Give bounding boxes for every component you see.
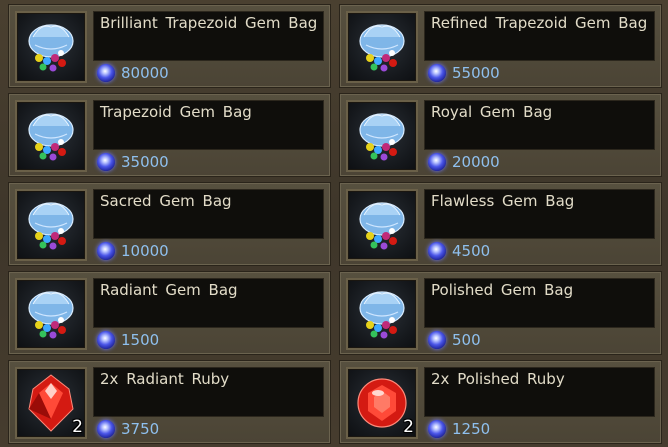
item-info-box: Polished Gem Bag [424, 278, 655, 328]
item-info-box: 2x Radiant Ruby [93, 367, 324, 417]
gem-bag-icon [15, 189, 87, 261]
gem-bag-icon [15, 278, 87, 350]
blood-shard-coin-icon [428, 64, 446, 82]
price-row: 80000 [93, 63, 324, 83]
blood-shard-coin-icon [428, 242, 446, 260]
price-row: 1250 [424, 419, 655, 439]
blood-shard-coin-icon [428, 153, 446, 171]
item-name: Flawless Gem Bag [431, 192, 575, 210]
price-row: 20000 [424, 152, 655, 172]
shop-item-card[interactable]: Royal Gem Bag 20000 [339, 93, 662, 177]
item-quantity: 2 [403, 417, 414, 437]
price-row: 55000 [424, 63, 655, 83]
radiant-ruby-icon: 2 [15, 367, 87, 439]
blood-shard-coin-icon [97, 331, 115, 349]
shop-item-card[interactable]: Trapezoid Gem Bag 35000 [8, 93, 331, 177]
price-row: 1500 [93, 330, 324, 350]
price-row: 35000 [93, 152, 324, 172]
shop-item-card[interactable]: Sacred Gem Bag 10000 [8, 182, 331, 266]
item-price: 1250 [452, 420, 491, 438]
item-info-box: Brilliant Trapezoid Gem Bag [93, 11, 324, 61]
item-info-box: Flawless Gem Bag [424, 189, 655, 239]
item-price: 4500 [452, 242, 491, 260]
shop-item-card[interactable]: Flawless Gem Bag 4500 [339, 182, 662, 266]
blood-shard-coin-icon [97, 242, 115, 260]
shop-item-card[interactable]: Polished Gem Bag 500 [339, 271, 662, 355]
item-name: Brilliant Trapezoid Gem Bag [100, 14, 318, 32]
price-row: 500 [424, 330, 655, 350]
gem-bag-icon [15, 100, 87, 172]
gem-bag-icon [346, 100, 418, 172]
blood-shard-coin-icon [97, 420, 115, 438]
shop-item-card[interactable]: Radiant Gem Bag 1500 [8, 271, 331, 355]
shop-item-card[interactable]: 2 2x Polished Ruby 1250 [339, 360, 662, 444]
polished-ruby-icon: 2 [346, 367, 418, 439]
item-price: 1500 [121, 331, 160, 349]
blood-shard-coin-icon [428, 331, 446, 349]
item-name: Royal Gem Bag [431, 103, 553, 121]
item-info-box: 2x Polished Ruby [424, 367, 655, 417]
item-name: 2x Radiant Ruby [100, 370, 230, 388]
blood-shard-coin-icon [428, 420, 446, 438]
price-row: 3750 [93, 419, 324, 439]
gem-bag-icon [346, 278, 418, 350]
item-info-box: Trapezoid Gem Bag [93, 100, 324, 150]
item-name: Trapezoid Gem Bag [100, 103, 252, 121]
item-info-box: Refined Trapezoid Gem Bag [424, 11, 655, 61]
item-info-box: Sacred Gem Bag [93, 189, 324, 239]
gem-bag-icon [346, 189, 418, 261]
item-info-box: Radiant Gem Bag [93, 278, 324, 328]
item-name: 2x Polished Ruby [431, 370, 565, 388]
shop-item-card[interactable]: Refined Trapezoid Gem Bag 55000 [339, 4, 662, 88]
gem-bag-icon [346, 11, 418, 83]
price-row: 4500 [424, 241, 655, 261]
item-price: 80000 [121, 64, 169, 82]
item-quantity: 2 [72, 417, 83, 437]
item-price: 3750 [121, 420, 160, 438]
shop-item-card[interactable]: Brilliant Trapezoid Gem Bag 80000 [8, 4, 331, 88]
item-name: Radiant Gem Bag [100, 281, 238, 299]
blood-shard-coin-icon [97, 64, 115, 82]
item-price: 20000 [452, 153, 500, 171]
item-name: Sacred Gem Bag [100, 192, 232, 210]
item-price: 35000 [121, 153, 169, 171]
gem-bag-icon [15, 11, 87, 83]
item-price: 500 [452, 331, 481, 349]
price-row: 10000 [93, 241, 324, 261]
item-name: Refined Trapezoid Gem Bag [431, 14, 648, 32]
item-name: Polished Gem Bag [431, 281, 574, 299]
shop-item-card[interactable]: 2 2x Radiant Ruby 3750 [8, 360, 331, 444]
item-price: 55000 [452, 64, 500, 82]
gem-shop-grid: Brilliant Trapezoid Gem Bag 80000 Refine [0, 0, 668, 447]
item-price: 10000 [121, 242, 169, 260]
item-info-box: Royal Gem Bag [424, 100, 655, 150]
blood-shard-coin-icon [97, 153, 115, 171]
